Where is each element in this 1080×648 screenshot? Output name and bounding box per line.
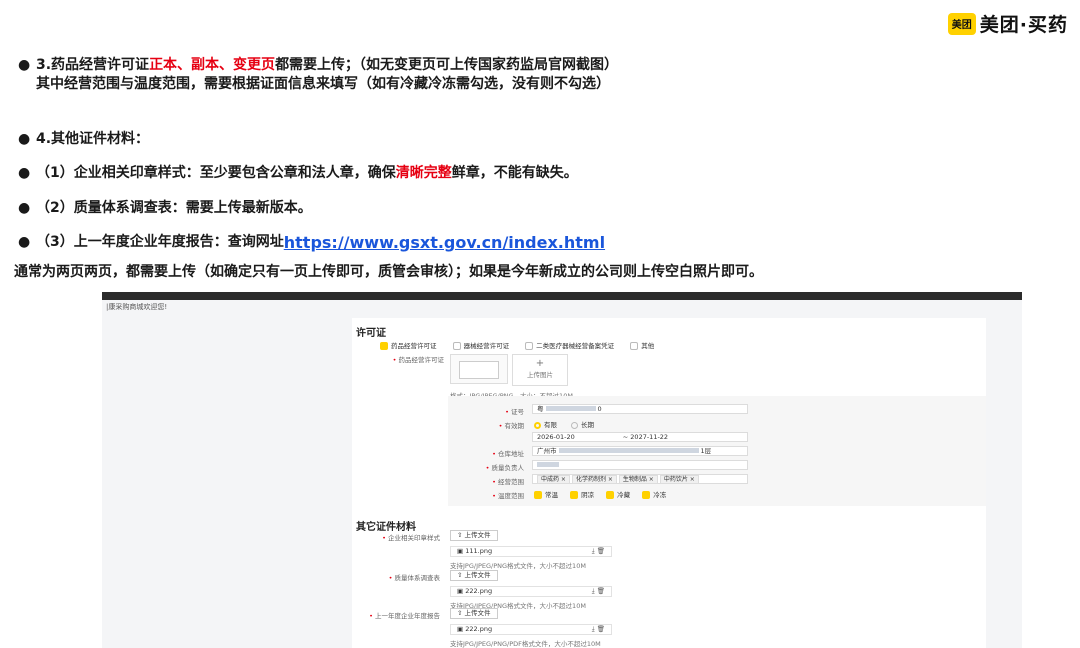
license-section-title: 许可证: [356, 328, 386, 339]
cert-no-label: • 证号: [505, 408, 524, 416]
quality-person-input[interactable]: [532, 460, 748, 470]
quality-survey-label: • 质量体系调查表: [388, 574, 440, 582]
checkbox-temp-normal[interactable]: [534, 491, 542, 499]
bullet-seal-style: ● （1）企业相关印章样式：至少要包含公章和法人章，确保清晰完整鲜章，不能有缺失。: [18, 165, 578, 181]
seal-file-item[interactable]: ▣ 111.png ⤓ 🗑: [450, 546, 612, 557]
warehouse-input[interactable]: 广州市 1层: [532, 446, 748, 456]
quality-person-label: • 质量负责人: [485, 464, 524, 472]
license-image-label: • 药品经营许可证: [392, 356, 444, 364]
form-card: 许可证 药品经营许可证 器械经营许可证 二类医疗器械经营备案凭证 其他 • 药品…: [352, 318, 986, 648]
bullet-license-continuation: 其中经营范围与温度范围，需要根据证面信息来填写（如有冷藏冷冻需勾选，没有则不勾选…: [36, 76, 610, 92]
cert-no-input[interactable]: 粤0: [532, 404, 748, 414]
checkbox-temp-frozen[interactable]: [642, 491, 651, 499]
license-type-group: 药品经营许可证 器械经营许可证 二类医疗器械经营备案凭证 其他: [380, 340, 654, 350]
radio-long-term[interactable]: [571, 421, 578, 429]
bullet-other-docs: ● 4.其他证件材料：: [18, 131, 150, 147]
report-file-hint: 支持JPG/JPEG/PNG/PDF格式文件，大小不超过10M: [450, 640, 601, 648]
scope-select[interactable]: 中成药 × 化学药制剂 × 生物制品 × 中药饮片 ×: [532, 474, 748, 484]
bullet-annual-report: ● （3）上一年度企业年度报告：查询网址 https://www.gsxt.gov.…: [18, 233, 606, 252]
upload-survey-button[interactable]: ⇧ 上传文件: [450, 570, 498, 581]
download-icon[interactable]: ⤓: [592, 547, 595, 555]
screenshot-top-bar: [102, 292, 1022, 300]
upload-report-button[interactable]: ⇧ 上传文件: [450, 608, 498, 619]
bullet-license: ● 3.药品经营许可证正本、副本、变更页都需要上传；（如无变更页可上传国家药监局…: [18, 57, 619, 73]
checkbox-device-license[interactable]: [452, 342, 461, 350]
upload-seal-button[interactable]: ⇧ 上传文件: [450, 530, 498, 541]
meituan-maiyao-logo: 美团 美团·买药: [947, 10, 1068, 37]
bullet-license-text: 3.药品经营许可证正本、副本、变更页都需要上传；（如无变更页可上传国家药监局官网…: [36, 57, 619, 73]
seal-style-label: • 企业相关印章样式: [382, 534, 440, 542]
delete-icon[interactable]: 🗑: [597, 625, 605, 633]
logo-text: 美团·买药: [979, 14, 1068, 36]
upload-image-button[interactable]: + 上传图片: [512, 354, 568, 386]
license-thumbnail[interactable]: [450, 354, 508, 384]
checkbox-drug-license[interactable]: [380, 342, 388, 350]
bullet-quality-survey: ● （2）质量体系调查表：需要上传最新版本。: [18, 200, 312, 216]
report-file-item[interactable]: ▣ 222.png ⤓ 🗑: [450, 624, 612, 635]
validity-options: 有限 长期: [534, 419, 594, 429]
note-two-pages: 通常为两页两页，都需要上传（如确定只有一页上传即可，质管会审核）；如果是今年新成…: [14, 264, 763, 280]
delete-icon[interactable]: 🗑: [597, 547, 605, 555]
download-icon[interactable]: ⤓: [592, 587, 595, 595]
checkbox-other[interactable]: [630, 342, 639, 350]
validity-date-range[interactable]: 2026-01-20 ~ 2027-11-22: [532, 432, 748, 442]
temp-options: 常温 阴凉 冷藏 冷冻: [534, 489, 666, 499]
checkbox-class2-device[interactable]: [525, 342, 534, 350]
validity-label: • 有效期: [498, 422, 524, 430]
checkbox-temp-cool[interactable]: [570, 491, 579, 499]
scope-label: • 经营范围: [492, 478, 524, 486]
annual-report-label: • 上一年度企业年度报告: [369, 612, 440, 620]
radio-limited[interactable]: [534, 421, 541, 429]
seal-file-hint: 支持JPG/JPEG/PNG格式文件，大小不超过10M: [450, 562, 586, 570]
form-screenshot: |康采购商城欢迎您! 许可证 药品经营许可证 器械经营许可证 二类医疗器械经营备…: [102, 292, 1022, 648]
logo-mark: 美团: [947, 12, 976, 35]
delete-icon[interactable]: 🗑: [597, 587, 605, 595]
other-docs-section-title: 其它证件材料: [356, 522, 416, 533]
survey-file-item[interactable]: ▣ 222.png ⤓ 🗑: [450, 586, 612, 597]
warehouse-label: • 仓库地址: [492, 450, 524, 458]
welcome-text: |康采购商城欢迎您!: [106, 303, 168, 311]
temp-label: • 温度范围: [492, 492, 524, 500]
download-icon[interactable]: ⤓: [592, 625, 595, 633]
gsxt-link[interactable]: https://www.gsxt.gov.cn/index.html: [284, 233, 605, 252]
checkbox-temp-cold[interactable]: [606, 491, 615, 499]
